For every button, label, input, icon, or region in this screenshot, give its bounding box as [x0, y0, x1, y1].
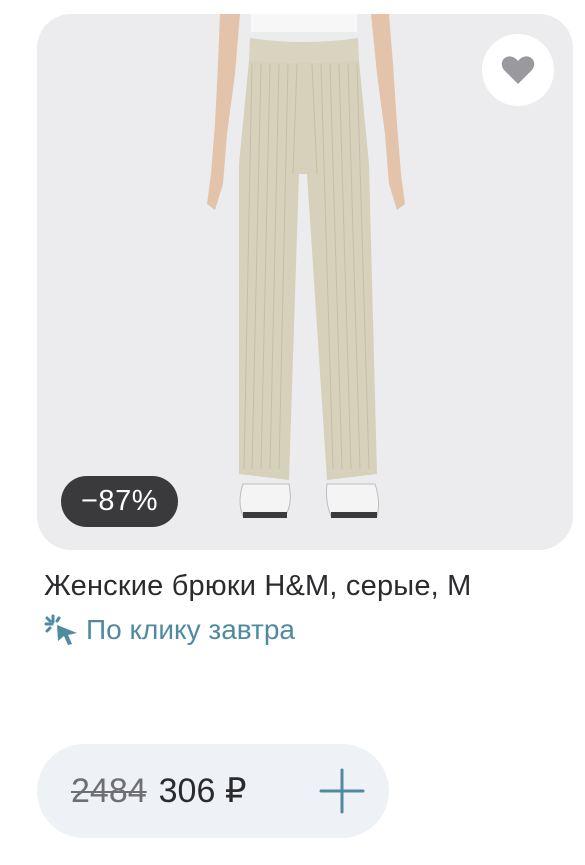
- heart-icon: [501, 56, 535, 84]
- plus-icon: [319, 768, 365, 814]
- price-cart-pill[interactable]: 2484 306 ₽: [37, 744, 389, 838]
- old-price: 2484: [71, 771, 147, 810]
- current-price: 306 ₽: [158, 772, 247, 810]
- favorite-button[interactable]: [482, 34, 554, 106]
- add-to-cart-button[interactable]: [317, 766, 367, 816]
- delivery-info: По клику завтра: [44, 614, 295, 646]
- sparkle-cursor-icon: [44, 614, 77, 645]
- discount-badge: −87%: [61, 476, 178, 527]
- product-title[interactable]: Женские брюки H&M, серые, M: [44, 570, 472, 603]
- delivery-text: По клику завтра: [86, 614, 296, 645]
- product-image-card[interactable]: −87%: [37, 14, 573, 550]
